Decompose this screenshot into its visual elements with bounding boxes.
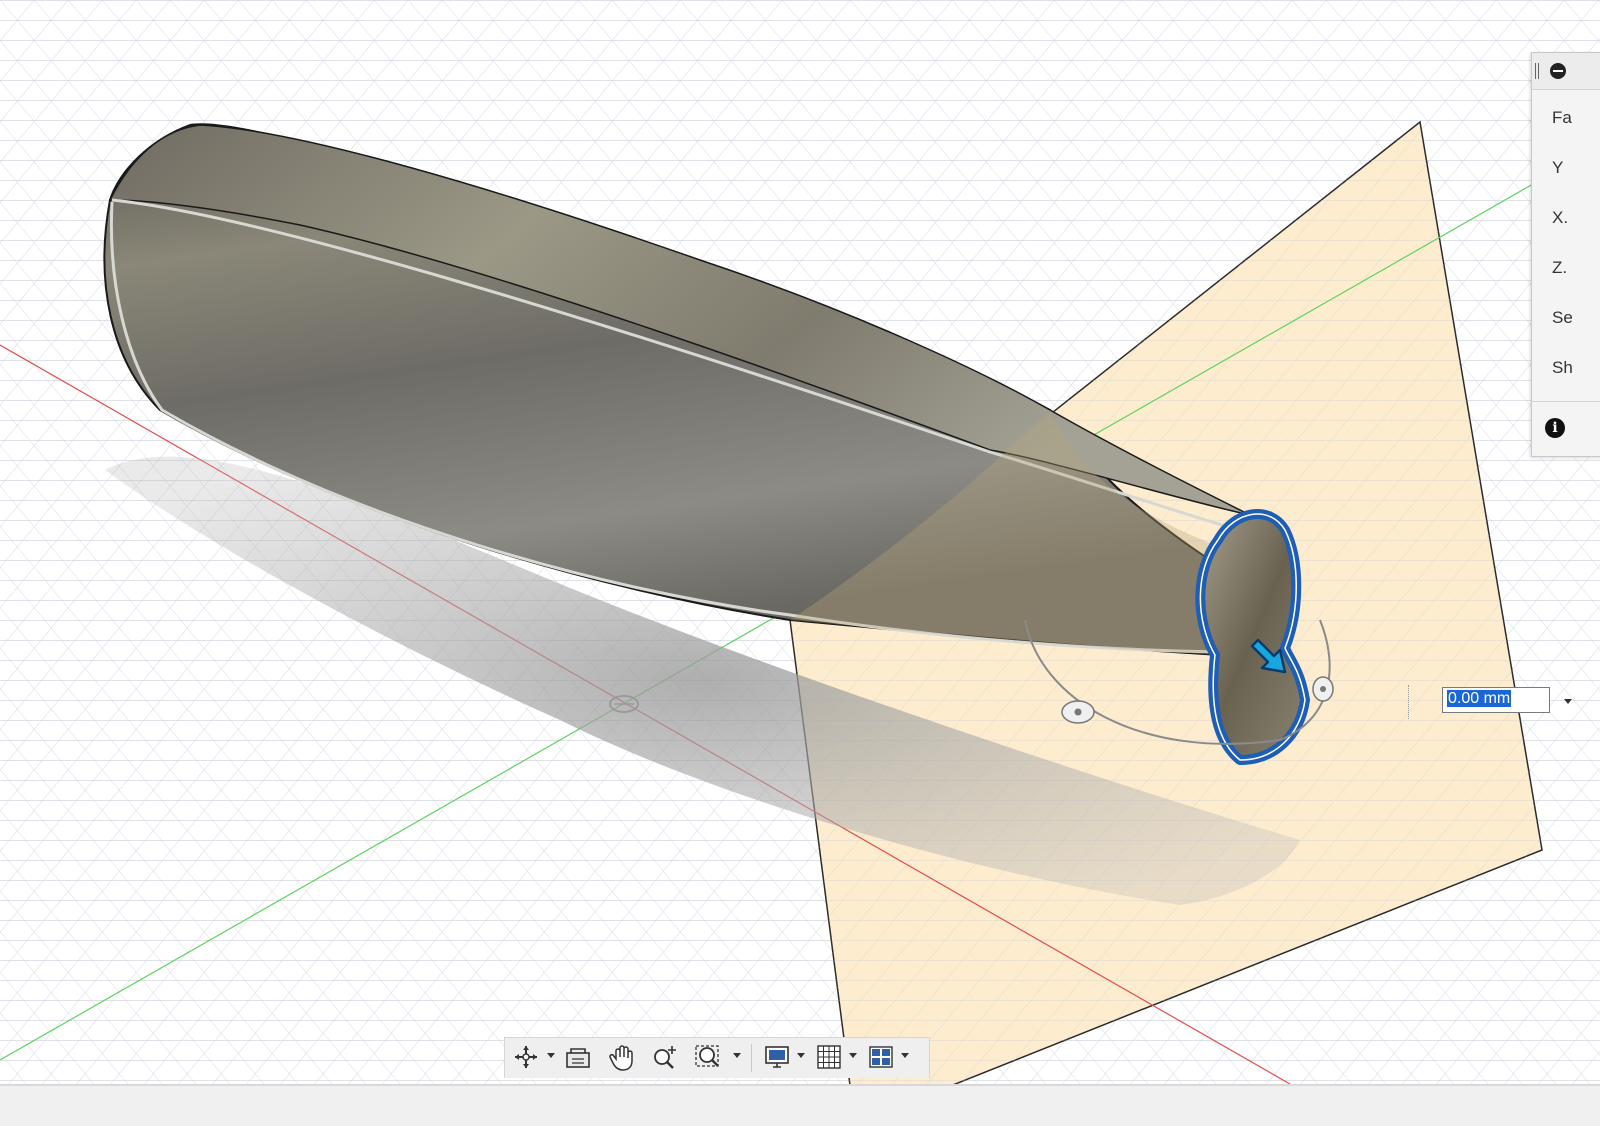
- 3d-scene[interactable]: [0, 0, 1600, 1124]
- status-bar: [0, 1084, 1600, 1126]
- panel-header: [1532, 53, 1600, 90]
- grid-settings-icon[interactable]: [813, 1042, 845, 1072]
- info-icon[interactable]: i: [1545, 418, 1565, 438]
- panel-row-se[interactable]: Se: [1552, 308, 1573, 328]
- panel-footer: i: [1532, 401, 1600, 456]
- display-dropdown-caret-icon[interactable]: [797, 1053, 805, 1058]
- pan-icon[interactable]: [607, 1042, 637, 1072]
- manipulator-handle-left-dot: [1074, 708, 1082, 716]
- zoom-window-icon[interactable]: [693, 1042, 725, 1072]
- panel-row-y[interactable]: Y: [1552, 158, 1563, 178]
- zoom-icon[interactable]: [649, 1042, 681, 1072]
- properties-panel: Fa Y X. Z. Se Sh i: [1531, 52, 1600, 457]
- grid-dropdown-caret-icon[interactable]: [849, 1053, 857, 1058]
- dimension-input-box[interactable]: 0.00 mm: [1408, 683, 1600, 721]
- dimension-value[interactable]: 0.00 mm: [1447, 690, 1512, 707]
- manipulator-handle-right-dot: [1320, 686, 1326, 692]
- canvas-viewport[interactable]: 0.00 mm Fa Y X. Z. Se Sh i: [0, 0, 1600, 1126]
- viewports-dropdown-caret-icon[interactable]: [901, 1053, 909, 1058]
- panel-row-sh[interactable]: Sh: [1552, 358, 1573, 378]
- dimension-dropdown-caret-icon[interactable]: [1564, 699, 1572, 704]
- viewports-icon[interactable]: [865, 1042, 897, 1072]
- orbit-dropdown-caret-icon[interactable]: [547, 1053, 555, 1058]
- panel-grip-icon[interactable]: [1535, 63, 1539, 79]
- navigation-toolbar: [504, 1037, 930, 1078]
- dimension-field[interactable]: 0.00 mm: [1442, 687, 1550, 713]
- look-at-icon[interactable]: [563, 1042, 593, 1072]
- toolbar-separator: [751, 1044, 752, 1072]
- display-settings-icon[interactable]: [761, 1042, 793, 1072]
- dimension-grip[interactable]: [1408, 685, 1439, 719]
- panel-row-z[interactable]: Z.: [1552, 258, 1567, 278]
- orbit-icon[interactable]: [511, 1042, 541, 1072]
- panel-row-face[interactable]: Fa: [1552, 108, 1572, 128]
- zoom-dropdown-caret-icon[interactable]: [733, 1053, 741, 1058]
- collapse-icon[interactable]: [1550, 63, 1566, 79]
- panel-row-x[interactable]: X.: [1552, 208, 1568, 228]
